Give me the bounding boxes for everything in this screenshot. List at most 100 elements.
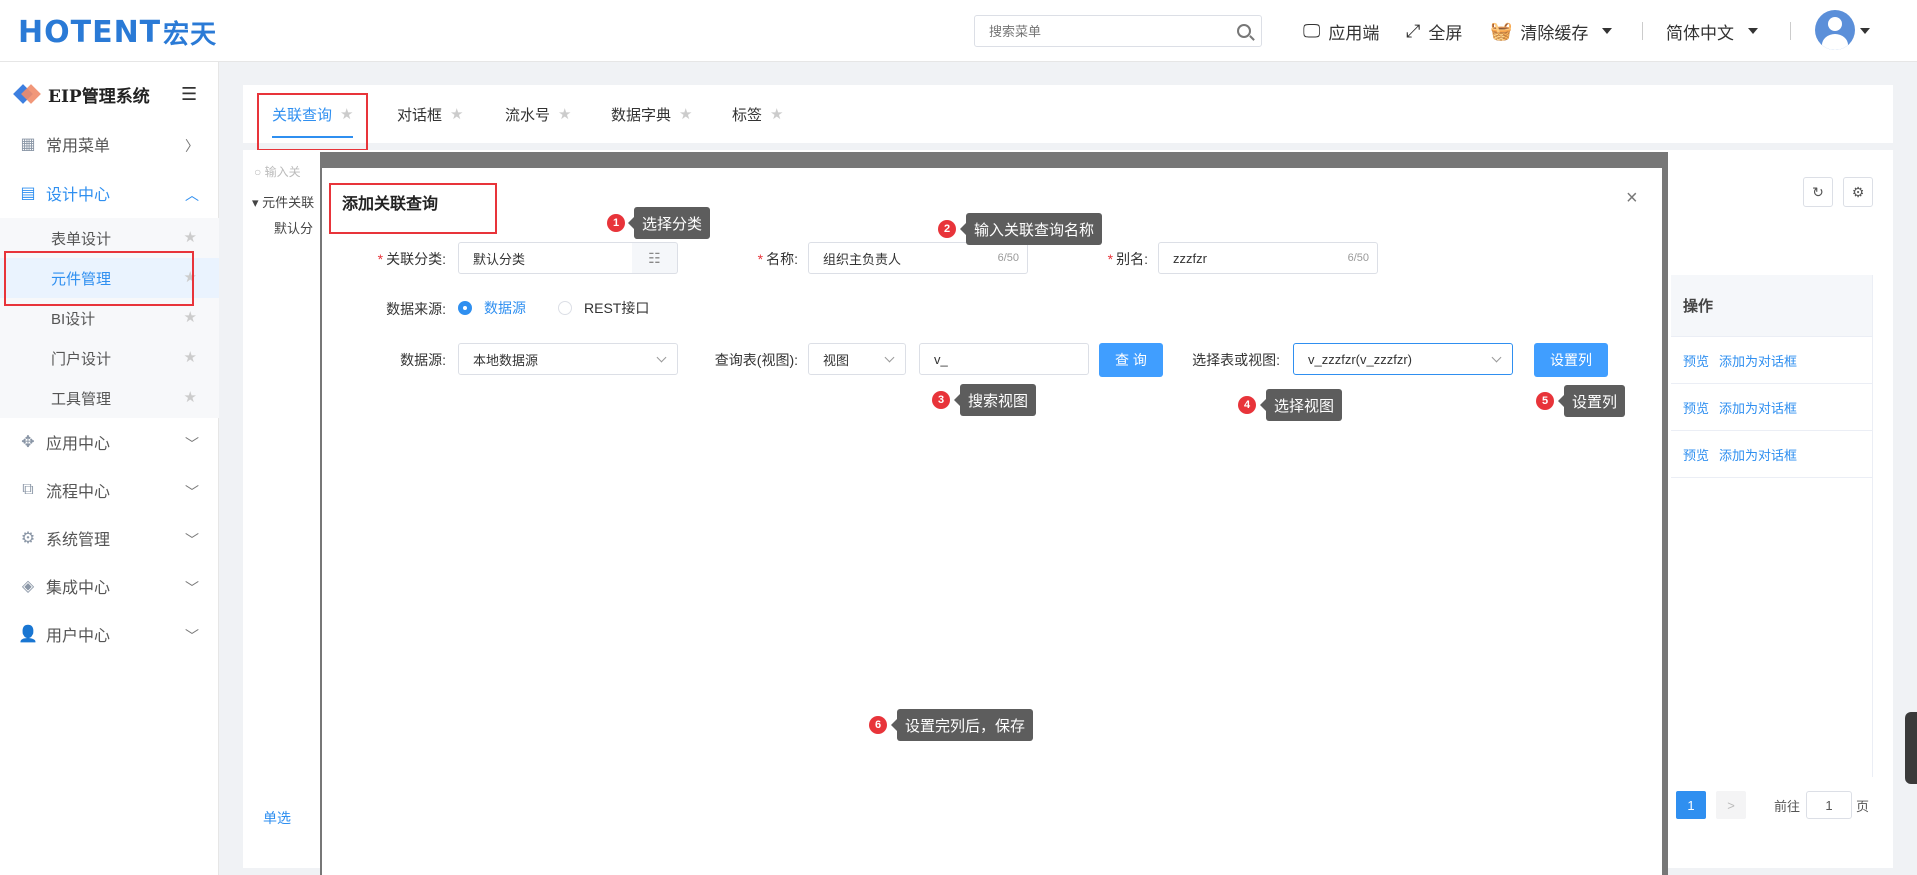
name-input[interactable]: 组织主负责人 6/50 [808, 242, 1028, 274]
goto-label: 前往 [1774, 799, 1801, 814]
collapse-menu-icon[interactable]: ☰ [181, 84, 197, 105]
star-icon[interactable]: ★ [184, 388, 197, 406]
design-doc-icon: ▤ [20, 185, 36, 202]
divider [1642, 22, 1643, 40]
tab-data-dictionary[interactable]: 数据字典 ★ [611, 85, 692, 143]
sidebar-sub-portal-design[interactable]: 门户设计 ★ [0, 338, 219, 378]
menu-search-input[interactable] [975, 16, 1215, 46]
side-widget-handle[interactable] [1905, 712, 1917, 784]
close-icon[interactable]: × [1626, 187, 1638, 210]
add-as-dialog-link[interactable]: 添加为对话框 [1719, 398, 1797, 417]
query-button[interactable]: 查 询 [1099, 343, 1163, 377]
chevron-down-icon [1602, 28, 1613, 34]
star-icon[interactable]: ★ [558, 105, 571, 123]
app-client-button[interactable]: 🖵 应用端 [1303, 20, 1379, 43]
add-related-query-dialog [322, 168, 1662, 875]
sidebar-item-integration[interactable]: ◈ 集成中心 ﹀ [0, 562, 219, 610]
star-icon[interactable]: ★ [184, 228, 197, 246]
chevron-down-icon: ﹀ [185, 532, 199, 548]
single-select-toggle[interactable]: 单选 [263, 808, 291, 828]
radio-rest-api[interactable]: REST接口 [558, 300, 649, 316]
page-button-current[interactable]: 1 [1676, 791, 1706, 819]
sidebar-item-system[interactable]: ⚙ 系统管理 ﹀ [0, 514, 219, 562]
alias-label: * 别名: [1107, 251, 1148, 267]
sidebar-item-common[interactable]: ▦ 常用菜单 〉 [0, 120, 219, 168]
tab-serial-number[interactable]: 流水号 ★ [505, 85, 571, 143]
chevron-down-icon [1748, 28, 1758, 34]
logo-text: OTENT [44, 14, 162, 50]
table-row: 预览 添加为对话框 [1671, 384, 1873, 431]
sidebar-item-user[interactable]: 👤 用户中心 ﹀ [0, 610, 219, 658]
query-table-type-select[interactable]: 视图 [808, 343, 906, 375]
refresh-button[interactable]: ↻ [1803, 177, 1833, 207]
tree-node-root[interactable]: ▾ 元件关联 [252, 192, 314, 211]
page-jump-input[interactable]: 1 [1806, 791, 1852, 819]
sidebar-item-app[interactable]: ✥ 应用中心 ﹀ [0, 418, 219, 466]
star-icon[interactable]: ★ [679, 105, 692, 123]
preview-link[interactable]: 预览 [1683, 351, 1709, 370]
logo-letter: H [18, 14, 45, 50]
chevron-down-icon: ﹀ [185, 436, 199, 452]
tab-label: 数据字典 [611, 106, 672, 124]
fullscreen-label: 全屏 [1428, 23, 1463, 43]
sidebar-item-design[interactable]: ▤ 设计中心 ︿ [0, 169, 219, 217]
alias-input[interactable]: zzzfzr 6/50 [1158, 242, 1378, 274]
monitor-icon: 🖵 [1303, 20, 1321, 41]
user-avatar[interactable] [1815, 10, 1855, 50]
tab-bar: 关联查询 ★ 对话框 ★ 流水号 ★ 数据字典 ★ 标签 ★ [243, 85, 1893, 143]
chevron-down-icon [1491, 352, 1502, 363]
annotation-tooltip: 选择视图 [1259, 389, 1343, 421]
sidebar-item-label: 应用中心 [46, 436, 111, 453]
layers-icon: ◈ [21, 578, 35, 595]
list-icon: ☷ [648, 249, 661, 266]
fullscreen-button[interactable]: ⤢ 全屏 [1406, 20, 1463, 43]
gear-icon: ⚙ [20, 530, 36, 547]
annotation-tooltip: 搜索视图 [953, 384, 1037, 416]
apps-icon: ✥ [21, 434, 35, 451]
tab-dialog[interactable]: 对话框 ★ [397, 85, 463, 143]
star-icon[interactable]: ★ [450, 105, 463, 123]
tab-tags[interactable]: 标签 ★ [732, 85, 783, 143]
preview-link[interactable]: 预览 [1683, 398, 1709, 417]
language-select[interactable]: 简体中文 [1666, 20, 1758, 43]
sidebar-sub-tool-manage[interactable]: 工具管理 ★ [0, 378, 219, 418]
add-as-dialog-link[interactable]: 添加为对话框 [1719, 445, 1797, 464]
radio-datasource[interactable]: 数据源 [458, 300, 526, 316]
query-table-label: 查询表(视图): [714, 352, 798, 368]
chevron-down-icon[interactable] [1860, 28, 1870, 34]
chevron-down-icon: ﹀ [185, 484, 199, 500]
clear-cache-label: 清除缓存 [1520, 23, 1589, 43]
annotation-badge: 5 [1536, 392, 1554, 410]
datasource-select[interactable]: 本地数据源 [458, 343, 678, 375]
category-input[interactable]: 默认分类 [458, 242, 633, 274]
table-border [1872, 275, 1873, 777]
preview-link[interactable]: 预览 [1683, 445, 1709, 464]
annotation-badge: 3 [932, 391, 950, 409]
tree-node-default[interactable]: 默认分 [274, 218, 313, 237]
tree-search-input[interactable]: ○ 输入关 [254, 163, 301, 180]
sidebar-item-label: 系统管理 [46, 532, 111, 549]
annotation-badge: 6 [869, 716, 887, 734]
add-as-dialog-link[interactable]: 添加为对话框 [1719, 351, 1797, 370]
system-title-text: EIP管理系统 [48, 86, 150, 107]
top-header: HOTENT宏天 🖵 应用端 ⤢ 全屏 🧺 清除缓存 简体中文 [0, 0, 1917, 62]
star-icon[interactable]: ★ [184, 348, 197, 366]
select-view-dropdown[interactable]: v_zzzfzr(v_zzzfzr) [1293, 343, 1513, 375]
clear-cache-button[interactable]: 🧺 清除缓存 [1490, 20, 1613, 43]
search-icon[interactable] [1237, 24, 1251, 38]
next-page-button[interactable]: > [1716, 791, 1746, 819]
query-keyword-input[interactable]: v_ [919, 343, 1089, 375]
radio-dot [458, 301, 472, 315]
gear-icon: ⚙ [1851, 183, 1865, 200]
company-logo[interactable]: H OTENT 宏天 [18, 12, 217, 52]
basket-icon: 🧺 [1490, 20, 1513, 41]
set-columns-button[interactable]: 设置列 [1534, 343, 1608, 377]
star-icon[interactable]: ★ [770, 105, 783, 123]
sidebar-item-flow[interactable]: ⧉ 流程中心 ﹀ [0, 466, 219, 514]
annotation-tooltip: 设置列 [1557, 385, 1626, 417]
settings-button[interactable]: ⚙ [1843, 177, 1873, 207]
sidebar-item-label: 常用菜单 [46, 138, 111, 155]
category-picker-button[interactable]: ☷ [632, 242, 678, 274]
star-icon[interactable]: ★ [184, 308, 197, 326]
annotation-badge: 2 [938, 220, 956, 238]
